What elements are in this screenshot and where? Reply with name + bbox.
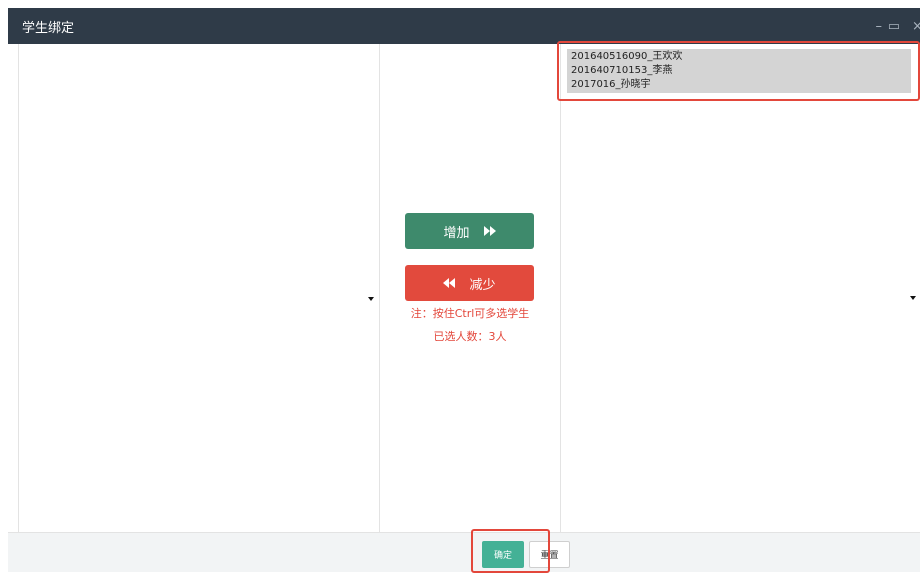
reset-button[interactable]: 重置 <box>529 541 570 568</box>
left-list-dropdown-icon <box>368 297 374 301</box>
window-title: 学生绑定 <box>22 21 75 36</box>
add-button[interactable]: 增加 <box>405 213 534 249</box>
close-button[interactable]: × <box>912 8 920 44</box>
right-list-dropdown-icon <box>910 296 916 300</box>
remove-button[interactable]: 减少 <box>405 265 534 301</box>
unselected-students-list[interactable] <box>18 44 380 532</box>
window-titlebar: 学生绑定 – ▭ × <box>8 8 920 44</box>
selected-student-option[interactable]: 2017016_孙晓宇 <box>571 78 907 92</box>
double-chevron-right-icon <box>483 226 496 236</box>
confirm-button[interactable]: 确定 <box>482 541 524 568</box>
add-button-label: 增加 <box>443 225 470 241</box>
selected-students-list[interactable] <box>560 44 920 532</box>
remove-button-label: 减少 <box>469 277 496 293</box>
dialog-footer <box>8 532 920 572</box>
minimize-button[interactable]: – <box>876 8 883 44</box>
selected-student-option[interactable]: 201640710153_李燕 <box>571 64 907 78</box>
selected-students-options[interactable]: 201640516090_王欢欢 201640710153_李燕 2017016… <box>567 49 911 93</box>
selected-student-option[interactable]: 201640516090_王欢欢 <box>571 50 907 64</box>
selected-count: 已选人数：3人 <box>433 330 507 343</box>
maximize-button[interactable]: ▭ <box>888 8 900 44</box>
multi-select-hint: 注：按住Ctrl可多选学生 <box>410 307 530 320</box>
double-chevron-left-icon <box>443 278 456 288</box>
